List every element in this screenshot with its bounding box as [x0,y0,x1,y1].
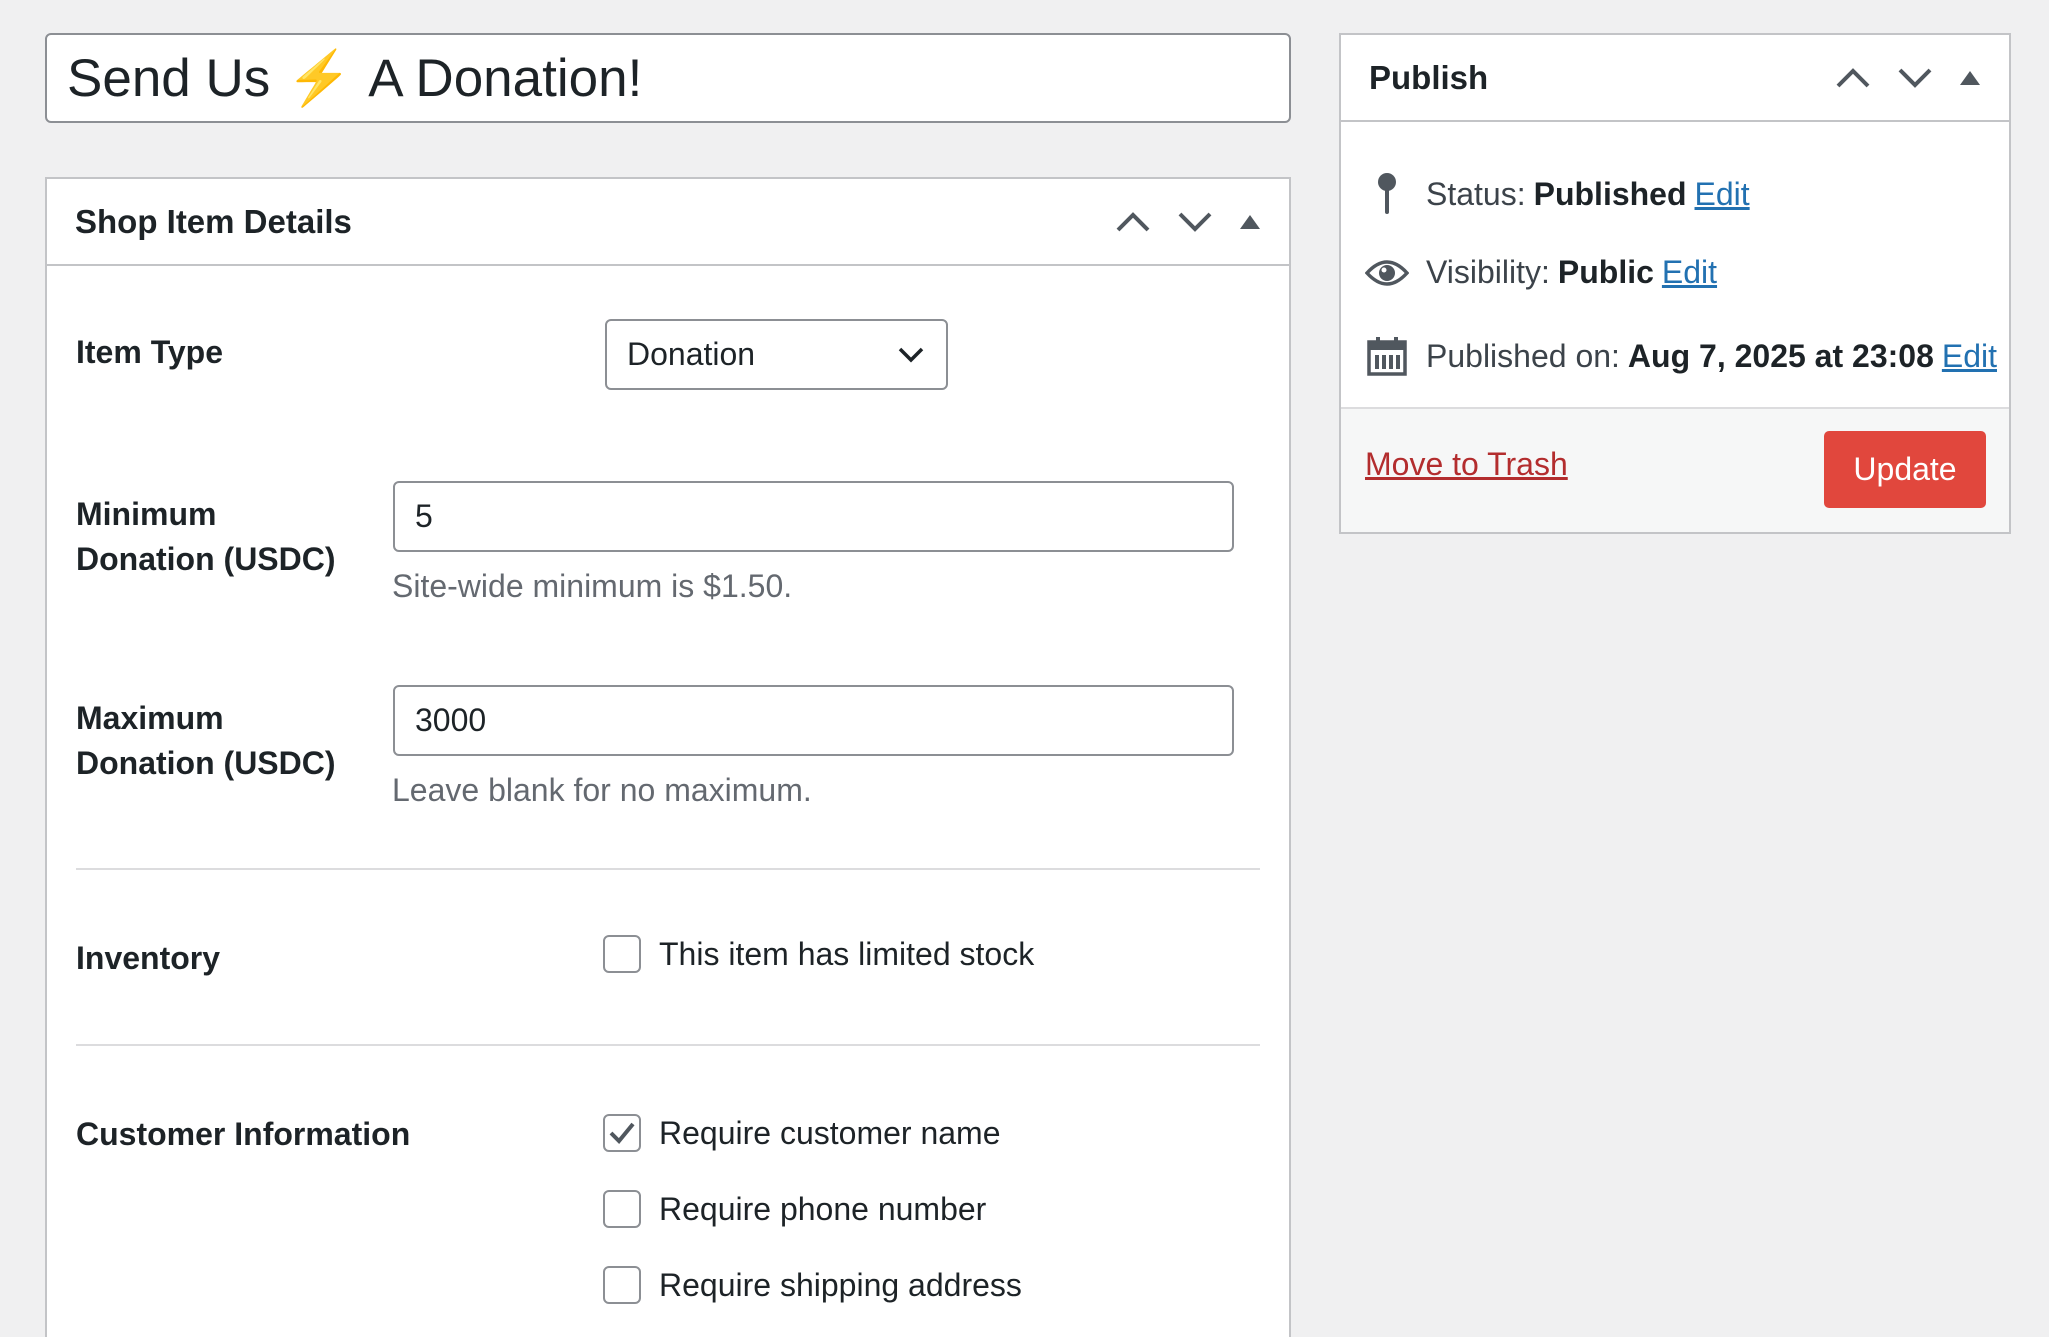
title-text-before: Send Us [67,48,271,108]
min-donation-description: Site-wide minimum is $1.50. [392,568,793,604]
update-button[interactable]: Update [1824,431,1986,508]
section-divider [76,1044,1260,1046]
require-shipping-checkbox[interactable] [603,1266,641,1304]
checkmark-icon [609,1122,635,1144]
max-donation-input[interactable]: 3000 [393,685,1234,756]
min-donation-label-line2: Donation (USDC) [76,541,336,577]
min-donation-label-line1: Minimum [76,496,217,532]
publish-box-title: Publish [1369,58,1489,96]
status-edit-link[interactable]: Edit [1695,176,1750,213]
item-type-selected-value: Donation [627,336,756,372]
toggle-panel-icon[interactable] [1239,214,1261,230]
eye-icon [1364,257,1410,289]
publish-visibility-row: Visibility: Public Edit [1364,254,1717,291]
publish-box-header: Publish [1341,35,2009,122]
require-phone-checkbox[interactable] [603,1190,641,1228]
item-type-label: Item Type [76,334,223,370]
max-donation-label: Maximum Donation (USDC) [76,696,336,786]
lightning-emoji-icon: ⚡ [286,49,353,108]
customer-info-label: Customer Information [76,1116,411,1152]
move-down-icon[interactable] [1897,67,1933,89]
publish-status-row: Status: Published Edit [1364,172,1750,216]
shop-box-title: Shop Item Details [75,202,352,240]
max-donation-label-line1: Maximum [76,700,224,736]
limited-stock-checkbox[interactable] [603,935,641,973]
shop-box-header: Shop Item Details [47,179,1289,266]
post-title-input[interactable]: Send Us ⚡ A Donation! [45,33,1291,123]
publish-date-row: Published on: Aug 7, 2025 at 23:08 Edit [1364,336,1997,376]
visibility-label: Visibility: [1426,254,1550,290]
require-phone-label: Require phone number [659,1190,987,1227]
published-on-label: Published on: [1426,337,1620,374]
inventory-label: Inventory [76,940,221,976]
chevron-down-icon [898,347,924,362]
max-donation-label-line2: Donation (USDC) [76,745,336,781]
title-text-after: A Donation! [368,48,643,108]
visibility-value: Public [1557,254,1654,290]
move-down-icon[interactable] [1177,211,1213,233]
pin-icon [1364,172,1410,216]
move-up-icon[interactable] [1115,211,1151,233]
require-phone-option[interactable]: Require phone number [603,1190,986,1228]
require-name-label: Require customer name [659,1114,1001,1151]
status-label: Status: [1426,175,1526,212]
publish-box-handle-actions [1835,67,1981,89]
require-name-option[interactable]: Require customer name [603,1114,1000,1152]
max-donation-description: Leave blank for no maximum. [392,772,812,808]
require-name-checkbox[interactable] [603,1114,641,1152]
require-shipping-option[interactable]: Require shipping address [603,1266,1022,1304]
limited-stock-label: This item has limited stock [659,935,1035,972]
min-donation-label: Minimum Donation (USDC) [76,492,336,582]
min-donation-input[interactable]: 5 [393,481,1234,552]
move-up-icon[interactable] [1835,67,1871,89]
section-divider [76,868,1260,870]
toggle-panel-icon[interactable] [1959,70,1981,86]
published-on-edit-link[interactable]: Edit [1942,338,1997,375]
limited-stock-option[interactable]: This item has limited stock [603,935,1034,973]
require-shipping-label: Require shipping address [659,1266,1022,1303]
shop-box-handle-actions [1115,211,1261,233]
published-on-value: Aug 7, 2025 at 23:08 [1627,337,1934,374]
status-value: Published [1533,175,1687,212]
calendar-icon [1364,336,1410,376]
visibility-edit-link[interactable]: Edit [1662,254,1717,291]
move-to-trash-link[interactable]: Move to Trash [1365,446,1568,483]
item-type-select[interactable]: Donation [605,319,948,390]
